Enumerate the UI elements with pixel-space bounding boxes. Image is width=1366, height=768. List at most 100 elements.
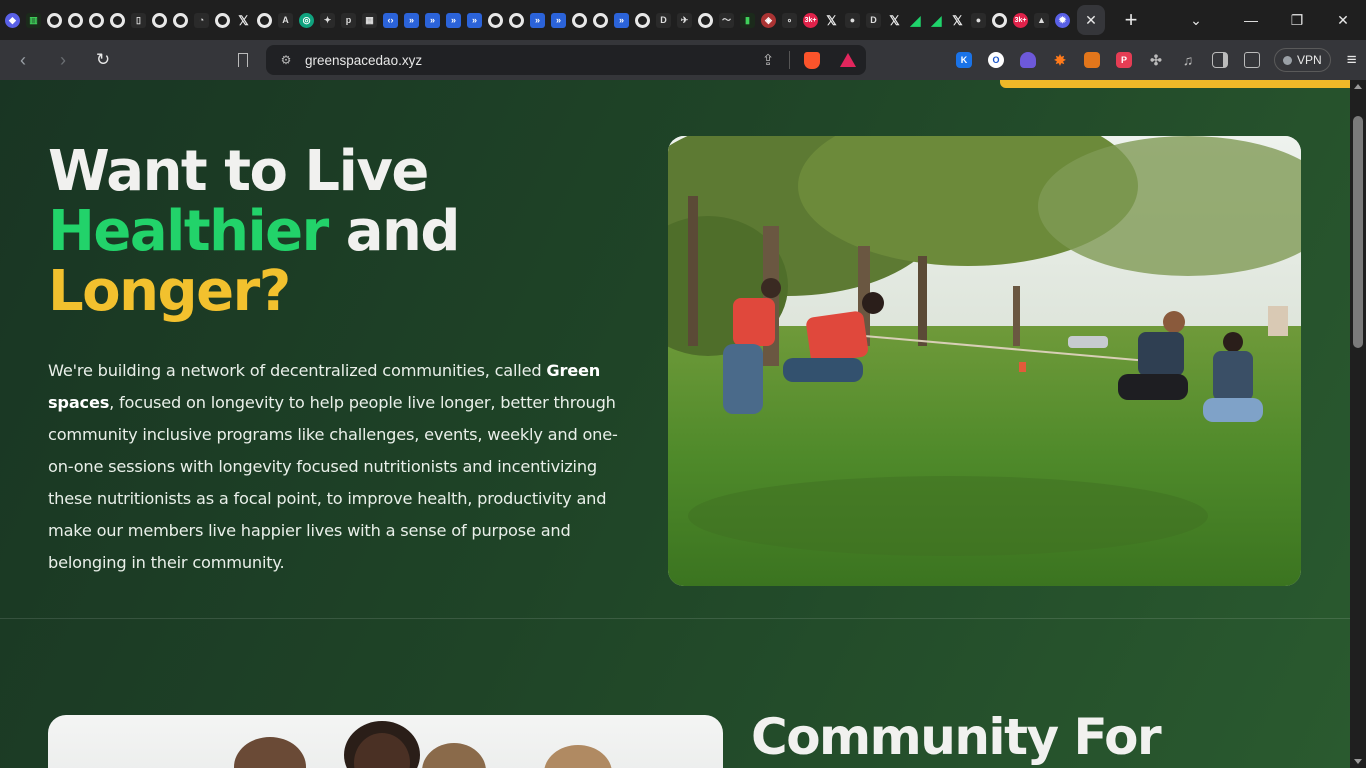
browser-tab[interactable]: ▯ [128, 6, 149, 34]
extension-oii[interactable]: O [980, 45, 1012, 75]
browser-tab[interactable]: 〜 [716, 6, 737, 34]
restore-button[interactable]: ❐ [1274, 0, 1320, 40]
tab-blue-icon: » [425, 12, 440, 28]
brave-shields-icon[interactable] [804, 51, 820, 69]
browser-tab[interactable] [254, 6, 275, 34]
browser-tab[interactable] [170, 6, 191, 34]
close-window-button[interactable]: ✕ [1320, 0, 1366, 40]
browser-tab[interactable]: ▮ [737, 6, 758, 34]
new-tab-button[interactable]: + [1113, 5, 1149, 35]
close-tab-icon[interactable]: ✕ [1085, 12, 1097, 29]
browser-tab[interactable] [590, 6, 611, 34]
active-tab[interactable]: ✕ [1077, 5, 1105, 35]
x-icon: 𝕏 [952, 12, 963, 28]
browser-tab[interactable]: 3k+ [800, 6, 821, 34]
site-settings-icon[interactable]: ⚙ [274, 53, 298, 67]
browser-tab[interactable]: D [653, 6, 674, 34]
browser-tab[interactable]: ◢ [926, 6, 947, 34]
extensions-button[interactable]: ✣ [1140, 45, 1172, 75]
browser-tab[interactable]: ✈ [674, 6, 695, 34]
scroll-down-icon[interactable] [1354, 759, 1362, 764]
reload-button[interactable]: ↻ [86, 45, 120, 75]
browser-tab[interactable]: ✦ [317, 6, 338, 34]
bookmark-button[interactable] [230, 45, 256, 75]
browser-tab[interactable]: » [548, 6, 569, 34]
code-icon: ‹› [383, 12, 398, 28]
browser-tab[interactable]: » [527, 6, 548, 34]
github-icon [257, 12, 272, 28]
main-menu-button[interactable]: ≡ [1335, 45, 1366, 75]
browser-tab[interactable] [632, 6, 653, 34]
tab-shield-icon: ◈ [761, 12, 776, 28]
wallet-button[interactable] [1236, 45, 1268, 75]
browser-tab[interactable]: ▦ [359, 6, 380, 34]
browser-tab[interactable]: ◎ [296, 6, 317, 34]
extension-k[interactable]: K [948, 45, 980, 75]
browser-tab[interactable] [44, 6, 65, 34]
browser-tab[interactable] [569, 6, 590, 34]
github-icon [572, 12, 587, 28]
minimize-button[interactable]: — [1228, 0, 1274, 40]
tab-badge-icon: 3k+ [803, 12, 818, 28]
browser-tab[interactable] [989, 6, 1010, 34]
browser-tab[interactable]: ◔ [191, 6, 212, 34]
browser-tab[interactable]: ▲ [1031, 6, 1052, 34]
browser-tab[interactable]: ∘ [779, 6, 800, 34]
browser-tab[interactable]: ‹› [380, 6, 401, 34]
sidebar-button[interactable] [1204, 45, 1236, 75]
extension-p[interactable]: P [1108, 45, 1140, 75]
browser-tab[interactable]: D [863, 6, 884, 34]
browser-tab[interactable]: » [422, 6, 443, 34]
browser-tab[interactable] [107, 6, 128, 34]
headline-line-1: Want to Live [48, 139, 429, 204]
brave-rewards-icon[interactable] [840, 53, 856, 67]
browser-tab[interactable]: 𝕏 [947, 6, 968, 34]
browser-tab[interactable] [86, 6, 107, 34]
browser-tab[interactable]: » [401, 6, 422, 34]
tab-battery-icon: ▮ [740, 12, 755, 28]
page-scrollbar[interactable] [1350, 80, 1366, 768]
anthropic-icon: A [278, 12, 293, 28]
browser-tab[interactable] [212, 6, 233, 34]
browser-tab[interactable]: » [464, 6, 485, 34]
browser-tab[interactable]: ◈ [758, 6, 779, 34]
share-icon[interactable]: ⇪ [753, 51, 783, 69]
browser-tab[interactable] [485, 6, 506, 34]
scroll-up-icon[interactable] [1354, 84, 1362, 89]
browser-tab[interactable]: 3k+ [1010, 6, 1031, 34]
browser-tab[interactable]: 𝕏 [233, 6, 254, 34]
browser-tab[interactable]: » [443, 6, 464, 34]
forward-button[interactable]: › [46, 45, 80, 75]
extension-metamask[interactable] [1076, 45, 1108, 75]
browser-tab[interactable]: p [338, 6, 359, 34]
address-bar[interactable]: ⚙ greenspacedao.xyz ⇪ [266, 45, 866, 75]
media-button[interactable]: ♫ [1172, 45, 1204, 75]
browser-tab[interactable] [506, 6, 527, 34]
browser-tab[interactable]: 𝕏 [821, 6, 842, 34]
github-icon [593, 12, 608, 28]
browser-tab[interactable] [695, 6, 716, 34]
browser-tab[interactable]: A [275, 6, 296, 34]
back-button[interactable]: ‹ [6, 45, 40, 75]
browser-tab[interactable]: ▥ [23, 6, 44, 34]
vpn-status-icon [1283, 55, 1292, 65]
browser-tab[interactable]: 𝕏 [884, 6, 905, 34]
browser-tab[interactable]: ◆ [2, 6, 23, 34]
url-text[interactable]: greenspacedao.xyz [305, 53, 753, 68]
scrollbar-thumb[interactable] [1353, 116, 1363, 348]
browser-tab[interactable]: ✹ [1052, 6, 1073, 34]
tab-app-icon: ◆ [5, 12, 20, 28]
browser-tab[interactable]: ● [968, 6, 989, 34]
browser-tab[interactable]: » [611, 6, 632, 34]
browser-tab[interactable] [65, 6, 86, 34]
tab-dark-icon: ● [971, 12, 986, 28]
tab-search-chevron-icon[interactable]: ⌄ [1178, 0, 1214, 40]
extension-ghost[interactable] [1012, 45, 1044, 75]
browser-tab[interactable] [149, 6, 170, 34]
vpn-button[interactable]: VPN [1274, 48, 1331, 72]
browser-tab[interactable]: ● [842, 6, 863, 34]
browser-tab[interactable]: ◢ [905, 6, 926, 34]
extension-spark[interactable]: ✸ [1044, 45, 1076, 75]
header-accent-bar [1000, 80, 1350, 88]
section-divider [0, 618, 1350, 619]
